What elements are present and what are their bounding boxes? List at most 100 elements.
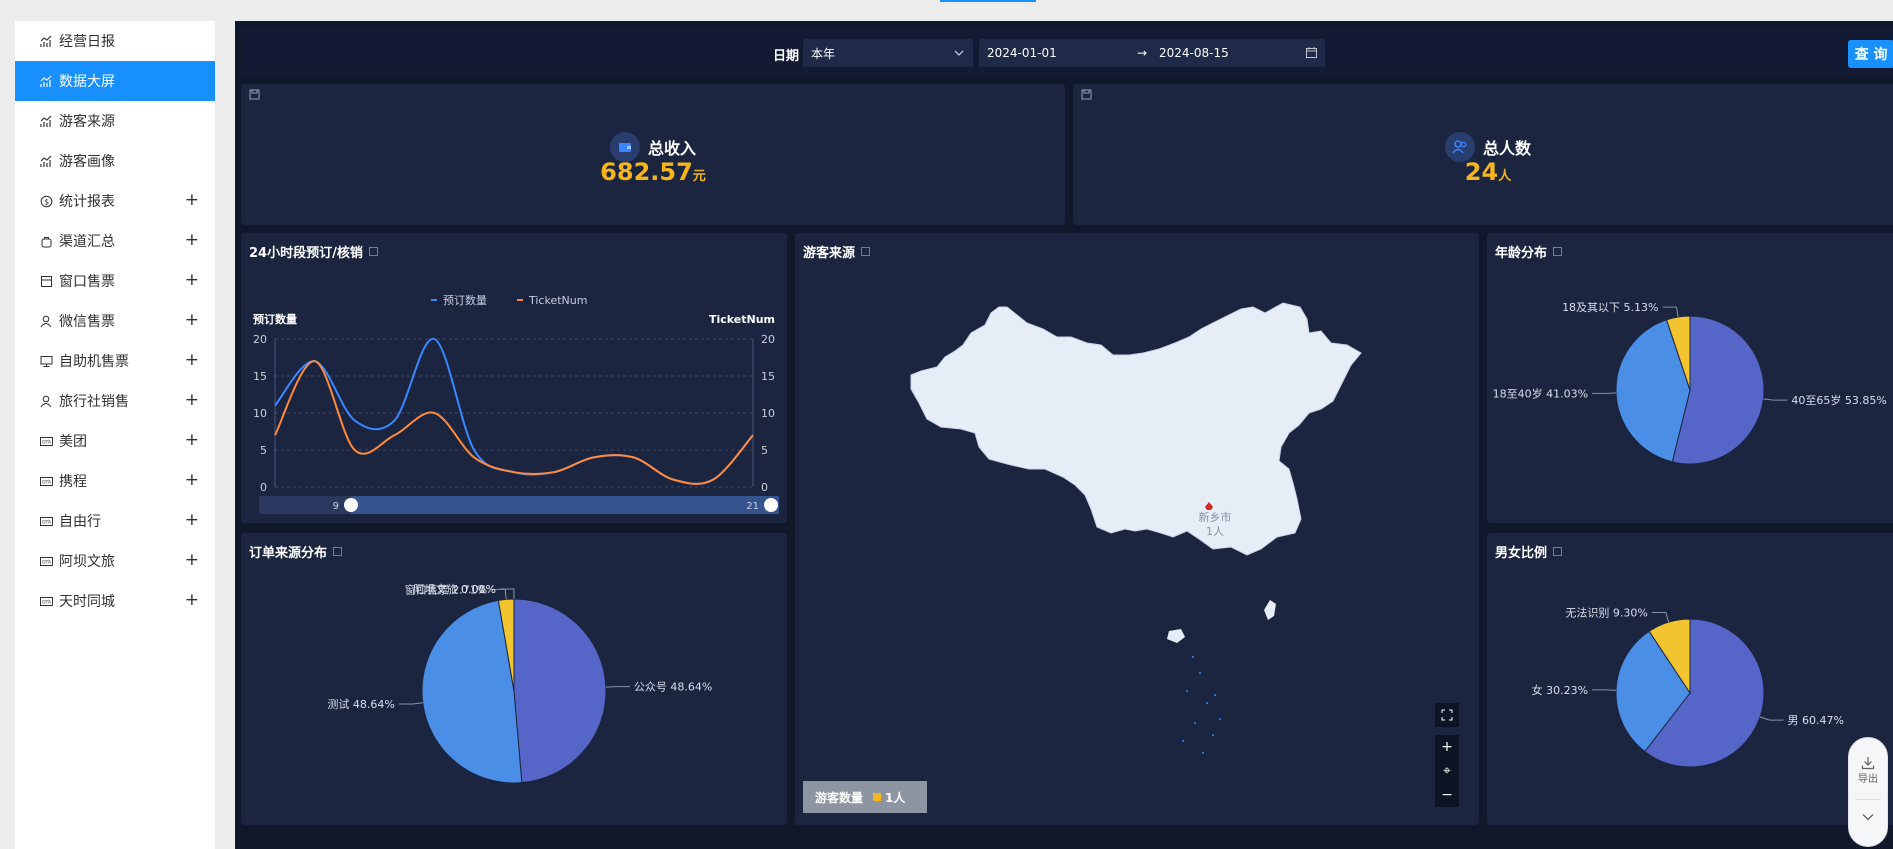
sidebar-item[interactable]: OTA 自由行 + — [15, 501, 215, 541]
map-legend-value: 1人 — [885, 790, 906, 805]
revenue-value: 682.57 — [600, 158, 693, 186]
china-map[interactable]: 新乡市 1人 — [795, 233, 1479, 825]
save-icon[interactable] — [249, 89, 260, 100]
date-range-picker[interactable]: 2024-01-01 → 2024-08-15 — [979, 39, 1325, 67]
sidebar-item-label: 自助机售票 — [59, 354, 129, 370]
map-locate-button[interactable]: ⌖ — [1435, 759, 1459, 783]
pie-label-line — [1759, 716, 1784, 721]
map-zoom-out-button[interactable]: − — [1435, 783, 1459, 807]
expand-plus-icon[interactable]: + — [185, 312, 199, 329]
source-map-panel: 游客来源 新乡市 1人 游客数量 1人 + ⌖ − — [795, 233, 1479, 825]
hainan-shape[interactable] — [1167, 629, 1185, 643]
active-tab-indicator — [940, 0, 1036, 2]
zoom-handle-right — [764, 498, 778, 512]
period-select[interactable]: 本年 — [803, 39, 973, 67]
sidebar-item[interactable]: 渠道汇总 + — [15, 221, 215, 261]
sidebar-item-label: 游客来源 — [59, 114, 115, 130]
map-legend: 游客数量 1人 — [803, 781, 927, 813]
start-date[interactable]: 2024-01-01 — [987, 46, 1057, 60]
pie-slice — [513, 598, 607, 784]
dashboard: 日期 本年 2024-01-01 → 2024-08-15 查 询 总收入 68… — [235, 21, 1893, 849]
ota-icon: OTA — [39, 474, 53, 488]
svg-text:OTA: OTA — [41, 479, 51, 485]
pie-label-line — [499, 588, 515, 600]
visitors-panel: 总人数 24人 — [1073, 84, 1893, 225]
query-button[interactable]: 查 询 — [1848, 40, 1893, 68]
sidebar-item[interactable]: 自助机售票 + — [15, 341, 215, 381]
pie-label-line — [1662, 306, 1679, 318]
chevron-down-icon[interactable] — [1861, 810, 1875, 824]
ota-icon: OTA — [39, 434, 53, 448]
sidebar-item-label: 美团 — [59, 434, 87, 450]
sidebar-item[interactable]: 旅行社销售 + — [15, 381, 215, 421]
map-legend-swatch — [873, 793, 882, 801]
zoom-start-label: 9 — [333, 501, 339, 512]
export-label[interactable]: 导出 — [1858, 770, 1878, 785]
age-pie: 40至65岁 53.85% 18至40岁 41.03% 18及其以下 5.13% — [1493, 301, 1887, 465]
taiwan-shape[interactable] — [1264, 600, 1276, 620]
sidebar-item-label: 数据大屏 — [59, 74, 115, 90]
series-line — [274, 360, 754, 485]
sidebar-item-label: 旅行社销售 — [59, 394, 129, 410]
y-tick-right: 10 — [761, 407, 775, 420]
map-zoom-in-button[interactable]: + — [1435, 735, 1459, 759]
sidebar-item-label: 经营日报 — [59, 34, 115, 50]
order-source-panel: 订单来源分布 公众号 48.64% 测试 48.64% 窗口售票 2.71% - 0.… — [241, 533, 787, 825]
sidebar-item-label: 统计报表 — [59, 194, 115, 210]
date-label: 日期 — [773, 49, 800, 64]
china-mainland-shape[interactable] — [910, 302, 1362, 556]
save-icon[interactable] — [1081, 89, 1092, 100]
sidebar-item[interactable]: 游客画像 — [15, 141, 215, 181]
sidebar-item-label: 微信售票 — [59, 314, 115, 330]
expand-plus-icon[interactable]: + — [185, 432, 199, 449]
sidebar-item[interactable]: OTA 阿坝文旅 + — [15, 541, 215, 581]
sidebar-item-label: 窗口售票 — [59, 274, 115, 290]
expand-plus-icon[interactable]: + — [185, 392, 199, 409]
sidebar-item[interactable]: 数据大屏 — [15, 61, 215, 101]
visitors-value: 24 — [1464, 158, 1499, 186]
chart-icon — [39, 114, 53, 128]
map-restore-button[interactable] — [1435, 703, 1459, 727]
export-divider — [1855, 799, 1881, 800]
pie-slice-label: 40至65岁 53.85% — [1791, 393, 1886, 407]
expand-plus-icon[interactable]: + — [185, 192, 199, 209]
svg-text:$: $ — [43, 197, 48, 206]
sidebar-item[interactable]: 经营日报 — [15, 21, 215, 61]
download-icon[interactable] — [1861, 756, 1875, 770]
sidebar-item[interactable]: 游客来源 — [15, 101, 215, 141]
age-panel: 年龄分布 40至65岁 53.85% 18至40岁 41.03% 18及其以下 5.… — [1487, 233, 1893, 523]
expand-plus-icon[interactable]: + — [185, 232, 199, 249]
svg-text:OTA: OTA — [41, 559, 51, 565]
sidebar-item[interactable]: OTA 携程 + — [15, 461, 215, 501]
expand-plus-icon[interactable]: + — [185, 272, 199, 289]
svg-text:OTA: OTA — [41, 439, 51, 445]
sidebar-item-label: 携程 — [59, 474, 87, 490]
pie-slice-label: 测试 48.64% — [327, 698, 394, 711]
expand-plus-icon[interactable]: + — [185, 472, 199, 489]
sidebar-item[interactable]: 微信售票 + — [15, 301, 215, 341]
pie-label-line — [500, 588, 515, 599]
gender-panel: 男女比例 男 60.47% 女 30.23% 无法识别 9.30% — [1487, 533, 1893, 825]
y-tick-left: 5 — [260, 444, 267, 457]
end-date[interactable]: 2024-08-15 — [1159, 46, 1229, 60]
expand-plus-icon[interactable]: + — [185, 512, 199, 529]
pie-label-line — [398, 702, 423, 705]
ota-icon: OTA — [39, 554, 53, 568]
expand-plus-icon[interactable]: + — [185, 592, 199, 609]
ota-icon: OTA — [39, 594, 53, 608]
sidebar-item[interactable]: OTA 美团 + — [15, 421, 215, 461]
expand-plus-icon[interactable]: + — [185, 552, 199, 569]
user-icon — [39, 314, 53, 328]
order-source-pie: 公众号 48.64%测试 48.64%窗口售票 2.71%- 0.01%阿坝文旅… — [327, 582, 712, 784]
sidebar-item[interactable]: $ 统计报表 + — [15, 181, 215, 221]
y-axis-right-label: TicketNum — [709, 313, 775, 326]
y-tick-left: 15 — [253, 370, 267, 383]
sidebar-item[interactable]: OTA 天时同城 + — [15, 581, 215, 621]
period-value: 本年 — [811, 46, 836, 61]
sidebar-item[interactable]: 窗口售票 + — [15, 261, 215, 301]
expand-plus-icon[interactable]: + — [185, 352, 199, 369]
sidebar-item-label: 天时同城 — [59, 594, 115, 610]
pie-slice-label: 男 60.47% — [1787, 714, 1843, 727]
pie-slice-label: 阿坝文旅 0.00% — [414, 582, 496, 596]
pie-slice-label: 女 30.23% — [1532, 683, 1588, 697]
